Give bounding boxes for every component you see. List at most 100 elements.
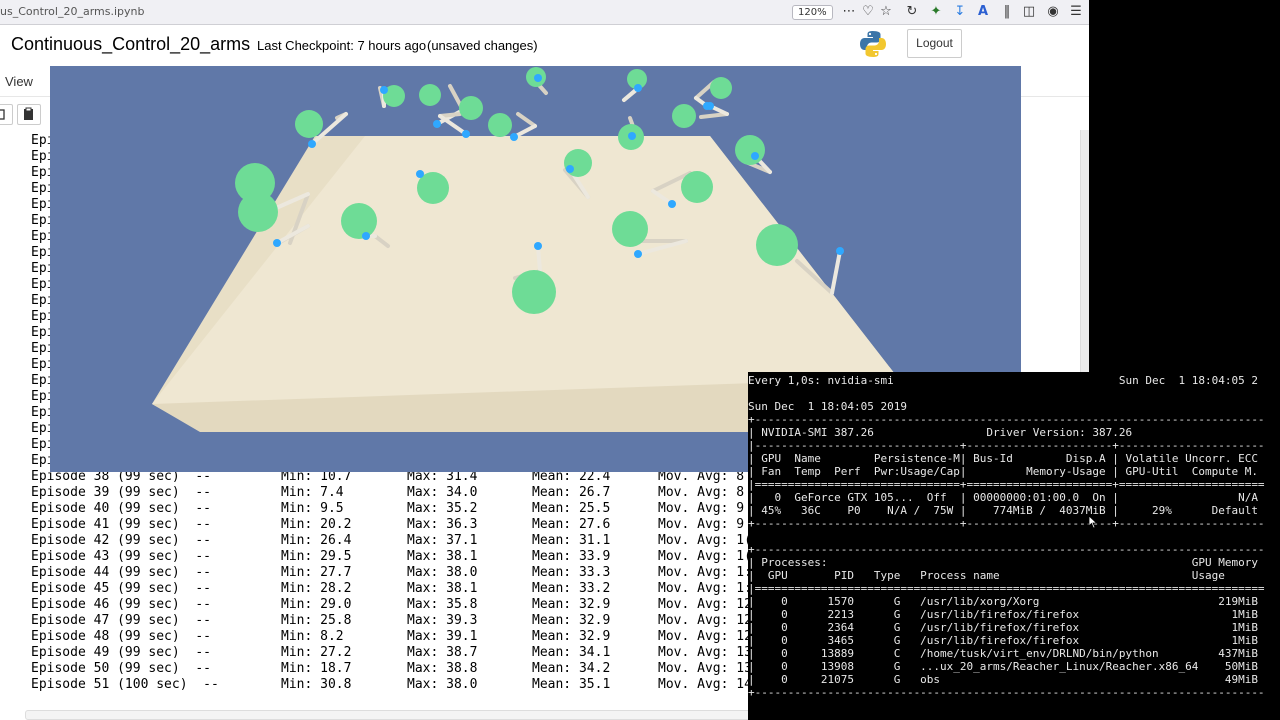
log-mean: Mean: 26.7 [532,485,611,500]
log-max: Max: 35.8 [407,597,478,612]
log-episode: Episode 40 (99 sec) -- [31,501,212,516]
target-sphere [459,96,483,120]
log-max: Max: 38.1 [407,549,478,564]
menu-view[interactable]: View [5,74,33,89]
arm-tip [273,239,281,247]
arm-tip [510,133,518,141]
log-min: Min: 8.2 [281,629,344,644]
log-mov: Mov. Avg: 1( [658,549,752,564]
log-episode: Episode 51 (100 sec) -- [31,677,219,692]
terminal-line: | 0 3465 G /usr/lib/firefox/firefox 1MiB [748,634,1258,647]
log-episode: Episode 41 (99 sec) -- [31,517,212,532]
arm-tip [628,132,636,140]
terminal-line: | 0 1570 G /usr/lib/xorg/Xorg 219MiB [748,595,1258,608]
log-min: Min: 27.7 [281,565,352,580]
log-max: Max: 38.0 [407,677,478,692]
arm-tip [308,140,316,148]
log-mov: Mov. Avg: 8 [658,485,745,500]
log-max: Max: 38.8 [407,661,478,676]
terminal-line: +---------------------------------------… [748,543,1265,556]
log-min: Min: 26.4 [281,533,352,548]
log-episode: Episode 39 (99 sec) -- [31,485,212,500]
log-max: Max: 39.3 [407,613,478,628]
terminal-line: | 45% 36C P0 N/A / 75W | 774MiB / 4037Mi… [748,504,1258,517]
log-mean: Mean: 32.9 [532,613,611,628]
arm-tip [668,200,676,208]
reload-icon[interactable]: ↻ [904,4,920,20]
log-mean: Mean: 31.1 [532,533,611,548]
sidebar-icon[interactable]: ◫ [1021,4,1037,20]
arm-tip [836,247,844,255]
paste-cell-button[interactable] [17,104,41,125]
arm-tip [751,152,759,160]
checkpoint-status: Last Checkpoint: 7 hours ago [257,38,427,53]
reacher-arm [419,84,465,128]
reacher-arm [526,67,548,95]
log-episode: Episode 46 (99 sec) -- [31,597,212,612]
terminal-line: Sun Dec 1 18:04:05 2019 [748,400,907,413]
target-sphere [756,224,798,266]
log-min: Min: 9.5 [281,501,344,516]
target-sphere [672,104,696,128]
library-icon[interactable]: ‖ [999,4,1015,20]
log-min: Min: 28.2 [281,581,352,596]
arm-segment-lower [699,112,729,119]
terminal-line: | Processes: GPU Memory [748,556,1258,569]
terminal-window[interactable]: Every 1,0s: nvidia-smi Sun Dec 1 18:04:0… [748,372,1280,720]
log-mean: Mean: 34.2 [532,661,611,676]
logout-button[interactable]: Logout [907,29,962,58]
terminal-line: | GPU Name Persistence-M| Bus-Id Disp.A … [748,452,1258,465]
terminal-line: | GPU PID Type Process name Usage [748,569,1225,582]
reacher-arm [438,96,483,138]
log-max: Max: 38.0 [407,565,478,580]
log-max: Max: 34.0 [407,485,478,500]
log-mean: Mean: 25.5 [532,501,611,516]
log-max: Max: 37.1 [407,533,478,548]
log-mov: Mov. Avg: 14 [658,677,752,692]
log-mov: Mov. Avg: 12 [658,629,752,644]
copy-cell-button[interactable] [0,104,13,125]
terminal-line: | 0 13908 G ...ux_20_arms/Reacher_Linux/… [748,660,1258,673]
log-mov: Mov. Avg: 1( [658,533,752,548]
account-icon[interactable]: ◉ [1045,4,1061,20]
terminal-line: | 0 2364 G /usr/lib/firefox/firefox 1MiB [748,621,1258,634]
arm-tip [416,170,424,178]
reacher-arm [618,116,644,150]
arm-segment-upper [438,114,468,136]
reacher-arm [622,69,647,102]
log-mov: Mov. Avg: 13 [658,661,752,676]
log-episode: Episode 42 (99 sec) -- [31,533,212,548]
reader-icon[interactable]: A [975,4,991,20]
menu-icon[interactable]: ☰ [1068,4,1084,20]
log-min: Min: 7.4 [281,485,344,500]
log-min: Min: 20.2 [281,517,352,532]
log-min: Min: 27.2 [281,645,352,660]
log-mean: Mean: 33.9 [532,549,611,564]
more-icon[interactable]: ⋯ [841,4,857,20]
zoom-indicator[interactable]: 120% [792,5,833,20]
target-sphere [295,110,323,138]
terminal-line: |=======================================… [748,582,1265,595]
log-min: Min: 30.8 [281,677,352,692]
pocket-icon[interactable]: ♡ [860,4,876,20]
terminal-line: | 0 21075 G obs 49MiB [748,673,1258,686]
arm-tip [634,250,642,258]
terminal-line: | Fan Temp Perf Pwr:Usage/Cap| Memory-Us… [748,465,1258,478]
notebook-title[interactable]: Continuous_Control_20_arms [11,34,250,55]
target-sphere [238,192,278,232]
reacher-arm [735,135,772,174]
log-mean: Mean: 33.2 [532,581,611,596]
reacher-arm [694,77,732,110]
log-max: Max: 38.1 [407,581,478,596]
log-episode: Episode 45 (99 sec) -- [31,581,212,596]
extension-icon[interactable]: ✦ [928,4,944,20]
horizontal-scrollbar[interactable] [25,710,755,720]
star-icon[interactable]: ☆ [878,4,894,20]
log-episode: Episode 49 (99 sec) -- [31,645,212,660]
download-icon[interactable]: ↧ [952,4,968,20]
log-episode: Episode 48 (99 sec) -- [31,629,212,644]
log-max: Max: 35.2 [407,501,478,516]
url-bar[interactable]: us_Control_20_arms.ipynb [0,5,144,18]
log-min: Min: 29.0 [281,597,352,612]
log-mov: Mov. Avg: 9 [658,517,745,532]
